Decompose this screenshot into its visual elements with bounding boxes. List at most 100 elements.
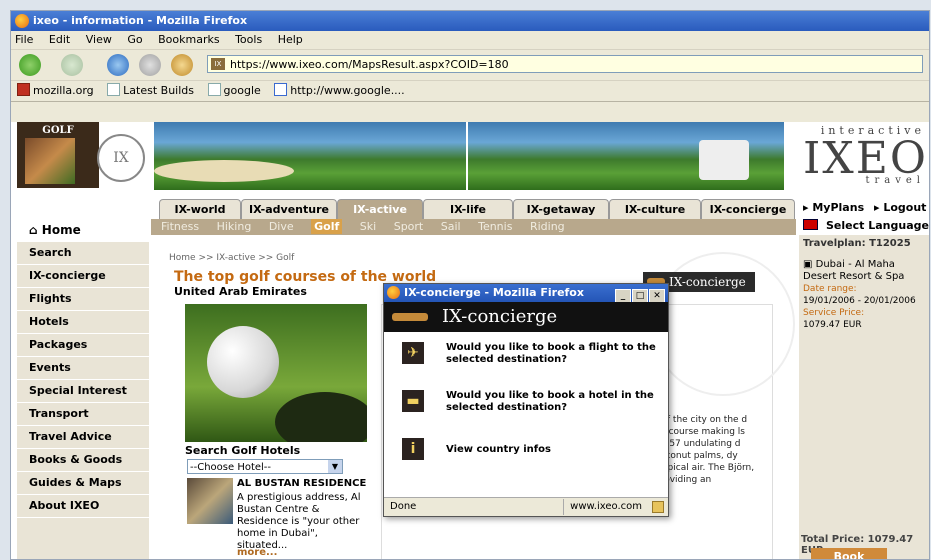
- menu-bar: File Edit View Go Bookmarks Tools Help: [11, 31, 929, 50]
- subnav-riding[interactable]: Riding: [530, 220, 565, 233]
- info-icon: i: [402, 438, 424, 460]
- left-navigation: ⌂ Home Search IX-concierge Flights Hotel…: [17, 219, 149, 559]
- nav-flights[interactable]: Flights: [17, 288, 149, 311]
- travelplan-id: Travelplan: T12025: [803, 238, 911, 249]
- subnav-sail[interactable]: Sail: [441, 220, 461, 233]
- nav-hotels[interactable]: Hotels: [17, 311, 149, 334]
- hotel-thumbnail[interactable]: [187, 478, 233, 524]
- menu-edit[interactable]: Edit: [49, 33, 70, 46]
- right-sidebar: ▸ MyPlans ▸ Logout Select Language Trave…: [799, 199, 929, 559]
- back-icon[interactable]: [19, 54, 41, 76]
- window-titlebar: ixeo - information - Mozilla Firefox: [11, 11, 929, 31]
- search-golf-hotels-label: Search Golf Hotels: [185, 444, 301, 457]
- forward-icon[interactable]: [61, 54, 83, 76]
- ixeo-logo[interactable]: interactive IXEO travel: [799, 124, 929, 190]
- ix-concierge-badge-label: IX-concierge: [669, 275, 746, 289]
- tab-ix-life[interactable]: IX-life: [423, 199, 513, 219]
- nav-packages[interactable]: Packages: [17, 334, 149, 357]
- subnav-dive[interactable]: Dive: [269, 220, 294, 233]
- nav-ix-concierge[interactable]: IX-concierge: [17, 265, 149, 288]
- ix-concierge-popup: IX-concierge - Mozilla Firefox _ □ ✕ IX-co…: [383, 283, 669, 517]
- logout-label: Logout: [883, 201, 927, 214]
- airplane-icon: ✈: [402, 342, 424, 364]
- home-icon[interactable]: [171, 54, 193, 76]
- menu-help[interactable]: Help: [278, 33, 303, 46]
- browser-window: ixeo - information - Mozilla Firefox Fil…: [10, 10, 930, 560]
- reload-icon[interactable]: [107, 54, 129, 76]
- page-content: GOLF IX interactive IXEO travel IX-world…: [11, 122, 929, 559]
- breadcrumb[interactable]: Home >> IX-active >> Golf: [169, 253, 294, 263]
- plan-hotel-title[interactable]: ▣ Dubai - Al Maha Desert Resort & Spa: [803, 259, 925, 283]
- hotel-icon: ▣: [803, 259, 816, 270]
- page-icon: [107, 83, 121, 96]
- subnav-tennis[interactable]: Tennis: [478, 220, 512, 233]
- myplans-label: MyPlans: [812, 201, 865, 214]
- menu-go[interactable]: Go: [127, 33, 142, 46]
- nav-books-goods[interactable]: Books & Goods: [17, 449, 149, 472]
- select-language-label: Select Language: [826, 219, 929, 232]
- window-title: ixeo - information - Mozilla Firefox: [33, 14, 248, 27]
- subnav-hiking[interactable]: Hiking: [217, 220, 252, 233]
- tab-ix-world[interactable]: IX-world: [159, 199, 241, 219]
- menu-view[interactable]: View: [86, 33, 112, 46]
- bookmark-mozilla[interactable]: mozilla.org: [17, 83, 94, 97]
- mozilla-icon: [17, 83, 30, 96]
- nav-events[interactable]: Events: [17, 357, 149, 380]
- service-price-value: 1079.47 EUR: [803, 320, 862, 330]
- date-range-label: Date range:: [803, 284, 857, 294]
- nav-search[interactable]: Search: [17, 242, 149, 265]
- more-link[interactable]: more...: [237, 547, 277, 558]
- status-text: Done: [390, 501, 417, 512]
- nav-spacer: [17, 518, 149, 559]
- nav-home[interactable]: ⌂ Home: [17, 219, 149, 242]
- select-language[interactable]: Select Language: [799, 217, 929, 235]
- dropdown-arrow-icon[interactable]: ▼: [328, 460, 342, 473]
- plan-hotel-title-text: Dubai - Al Maha Desert Resort & Spa: [803, 259, 905, 282]
- bookmark-google[interactable]: google: [207, 83, 261, 97]
- status-url: www.ixeo.com: [563, 499, 664, 515]
- tab-ix-getaway[interactable]: IX-getaway: [513, 199, 609, 219]
- book-button[interactable]: Book: [811, 548, 887, 559]
- logout-link[interactable]: ▸ Logout: [874, 201, 926, 214]
- sand-bunker: [154, 160, 294, 182]
- firefox-icon: [15, 14, 29, 28]
- golf-label: GOLF: [42, 125, 74, 136]
- menu-tools[interactable]: Tools: [235, 33, 262, 46]
- hotel-select[interactable]: --Choose Hotel-- ▼: [187, 459, 343, 474]
- tab-ix-adventure[interactable]: IX-adventure: [241, 199, 337, 219]
- address-url: https://www.ixeo.com/MapsResult.aspx?COI…: [230, 58, 509, 71]
- subnav-sport[interactable]: Sport: [394, 220, 424, 233]
- nav-about-ixeo[interactable]: About IXEO: [17, 495, 149, 518]
- menu-file[interactable]: File: [15, 33, 33, 46]
- nav-special-interest[interactable]: Special Interest: [17, 380, 149, 403]
- bookmark-latest-builds[interactable]: Latest Builds: [107, 83, 194, 97]
- stop-icon[interactable]: [139, 54, 161, 76]
- bookmark-google-url[interactable]: http://www.google....: [274, 83, 405, 97]
- nav-travel-advice[interactable]: Travel Advice: [17, 426, 149, 449]
- lock-icon[interactable]: [652, 501, 664, 513]
- course-description: t of the city on the d its course making…: [655, 415, 755, 485]
- nav-guides-maps[interactable]: Guides & Maps: [17, 472, 149, 495]
- book-hotel-text: Would you like to book a hotel in the se…: [446, 390, 654, 413]
- menu-bookmarks[interactable]: Bookmarks: [158, 33, 219, 46]
- home-outline-icon: ⌂: [29, 223, 42, 237]
- nav-transport[interactable]: Transport: [17, 403, 149, 426]
- subnav-fitness[interactable]: Fitness: [161, 220, 199, 233]
- golf-ball-photo: [185, 304, 367, 442]
- country-title: United Arab Emirates: [174, 285, 307, 298]
- date-range-value: 19/01/2006 - 20/01/2006: [803, 296, 916, 306]
- subnav-golf[interactable]: Golf: [311, 219, 343, 234]
- book-hotel-option[interactable]: ▬ Would you like to book a hotel in the …: [398, 384, 658, 416]
- tab-ix-concierge[interactable]: IX-concierge: [701, 199, 795, 219]
- book-flight-option[interactable]: ✈ Would you like to book a flight to the…: [398, 336, 658, 368]
- subnav-ski[interactable]: Ski: [360, 220, 376, 233]
- tab-ix-culture[interactable]: IX-culture: [609, 199, 701, 219]
- country-info-option[interactable]: i View country infos: [398, 432, 658, 464]
- myplans-link[interactable]: ▸ MyPlans: [803, 201, 864, 214]
- address-bar[interactable]: IX https://www.ixeo.com/MapsResult.aspx?…: [207, 55, 923, 73]
- navigation-toolbar: IX https://www.ixeo.com/MapsResult.aspx?…: [11, 50, 929, 81]
- country-info-text: View country infos: [446, 444, 551, 455]
- bookmarks-toolbar: mozilla.org Latest Builds google http://…: [11, 81, 929, 102]
- tab-ix-active[interactable]: IX-active: [337, 199, 423, 219]
- hotel-name[interactable]: AL BUSTAN RESIDENCE: [237, 478, 366, 489]
